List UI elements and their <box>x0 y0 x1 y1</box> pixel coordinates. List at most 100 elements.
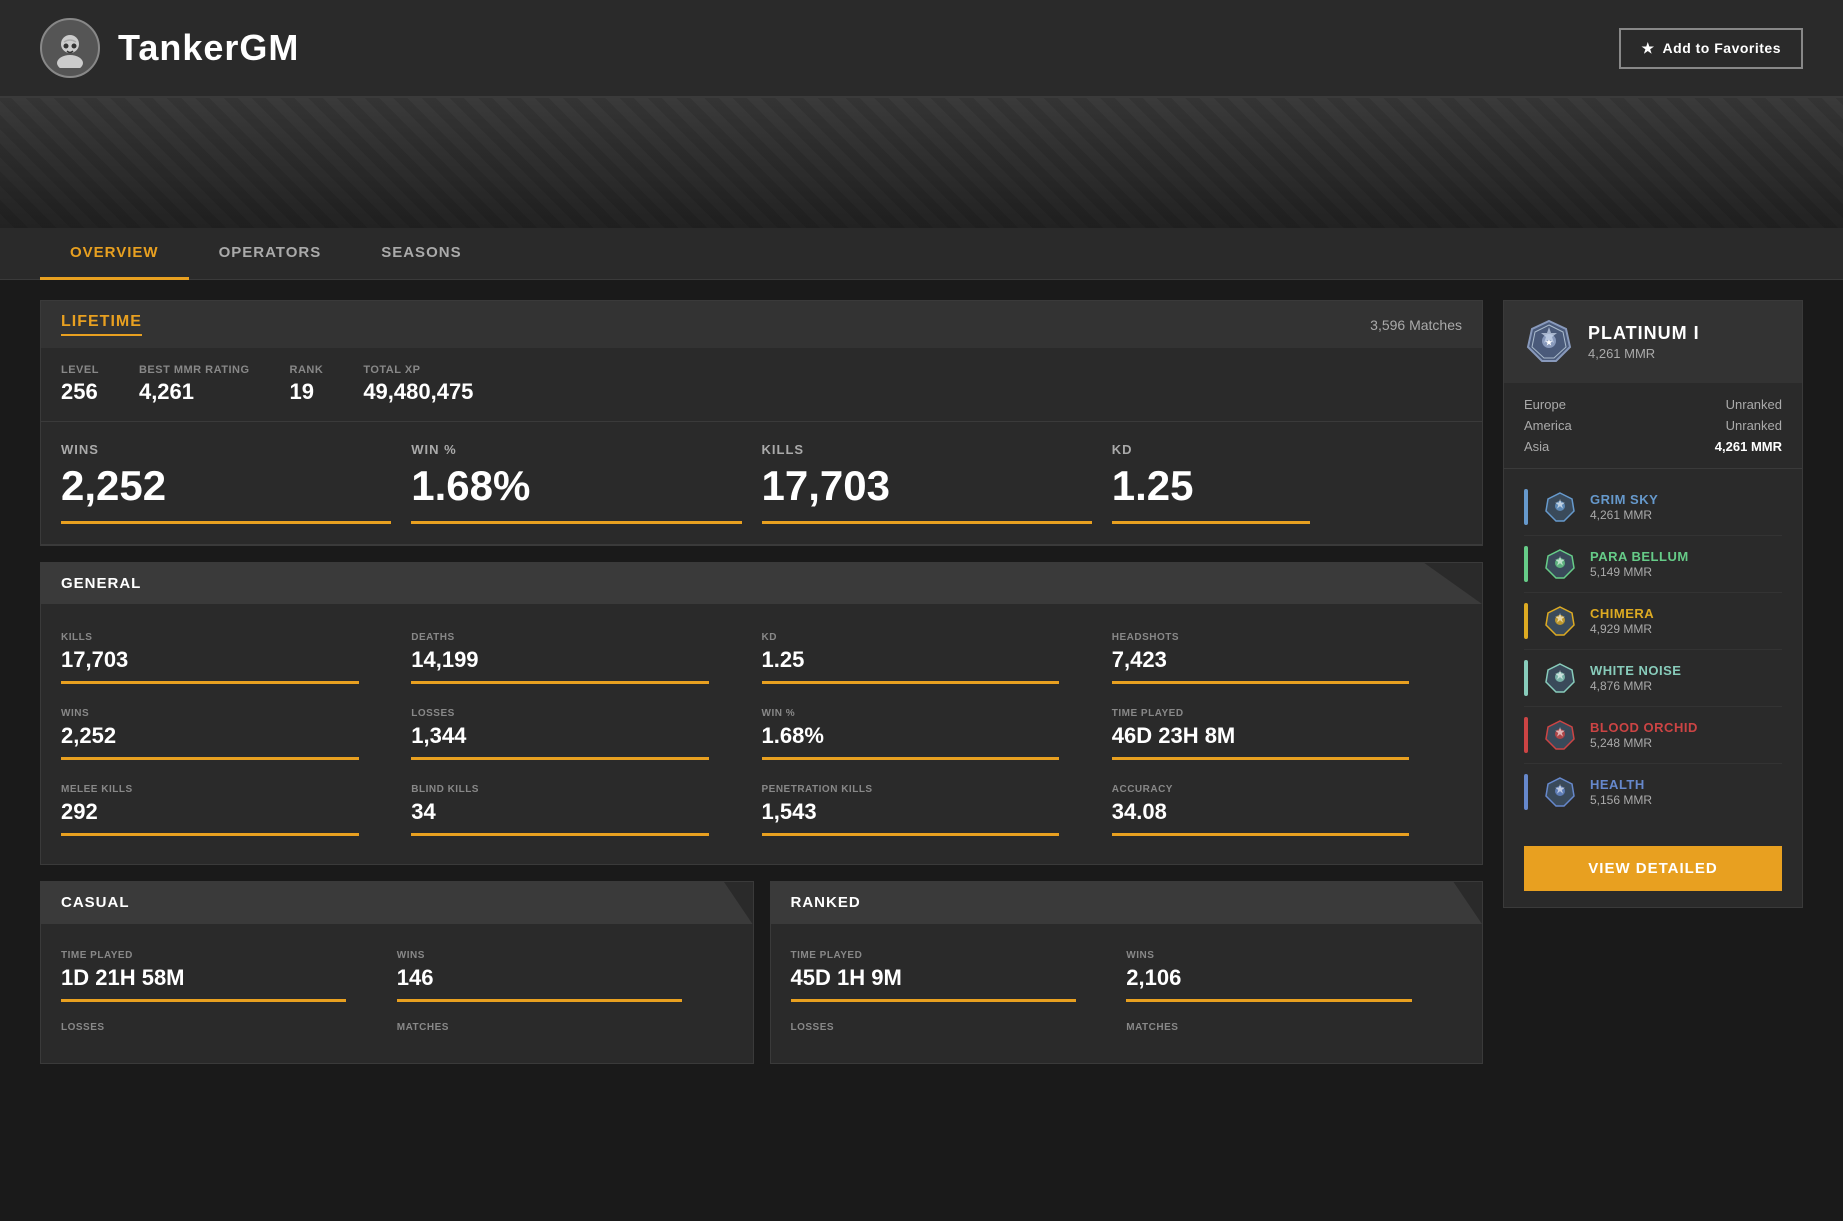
kd-big-label: KD <box>1112 442 1442 457</box>
season-color-bar <box>1524 660 1528 696</box>
general-stat-item: WINS 2,252 <box>61 696 411 772</box>
win-pct-big-stat: WIN % 1.68% <box>411 442 761 524</box>
season-item: WHITE NOISE 4,876 MMR <box>1524 650 1782 707</box>
region-table: Europe Unranked America Unranked Asia 4,… <box>1504 383 1802 469</box>
general-stat-label: TIME PLAYED <box>1112 708 1462 719</box>
general-stat-label: WINS <box>61 708 411 719</box>
season-item: GRIM SKY 4,261 MMR <box>1524 479 1782 536</box>
season-item: CHIMERA 4,929 MMR <box>1524 593 1782 650</box>
general-stat-value: 14,199 <box>411 647 761 673</box>
general-stat-item: LOSSES 1,344 <box>411 696 761 772</box>
best-mmr-label: BEST MMR RATING <box>139 364 250 376</box>
nav-tabs: OVERVIEW OPERATORS SEASONS <box>0 228 1843 280</box>
view-detailed-button[interactable]: View Detailed <box>1524 846 1782 891</box>
app-container: TankerGM ★ Add to Favorites OVERVIEW OPE… <box>0 0 1843 1084</box>
ranked-stat-label: MATCHES <box>1126 1022 1462 1033</box>
season-info: WHITE NOISE 4,876 MMR <box>1590 663 1782 693</box>
general-stat-bar <box>1112 757 1410 760</box>
kills-big-label: KILLS <box>762 442 1092 457</box>
add-to-favorites-button[interactable]: ★ Add to Favorites <box>1619 28 1803 69</box>
tab-seasons[interactable]: SEASONS <box>351 228 491 280</box>
casual-stat-label: LOSSES <box>61 1022 397 1033</box>
ranked-stat-item: MATCHES <box>1126 1012 1462 1047</box>
region-row: Europe Unranked <box>1524 397 1782 412</box>
general-stat-value: 1,543 <box>762 799 1112 825</box>
general-stat-item: BLIND KILLS 34 <box>411 772 761 848</box>
rank-badge: ★ <box>1524 317 1574 367</box>
season-mmr-value: 4,929 MMR <box>1590 622 1782 636</box>
best-mmr-value: 4,261 <box>139 379 250 405</box>
avatar <box>40 18 100 78</box>
tab-operators[interactable]: OPERATORS <box>189 228 352 280</box>
season-badge <box>1542 660 1578 696</box>
season-name: BLOOD ORCHID <box>1590 720 1782 735</box>
ranked-stat-bar <box>791 999 1076 1002</box>
season-info: PARA BELLUM 5,149 MMR <box>1590 549 1782 579</box>
season-color-bar <box>1524 546 1528 582</box>
region-value: Unranked <box>1726 418 1782 433</box>
season-color-bar <box>1524 717 1528 753</box>
wins-big-label: WINS <box>61 442 391 457</box>
level-stats-row: LEVEL 256 BEST MMR RATING 4,261 RANK 19 … <box>41 348 1482 422</box>
kills-big-stat: KILLS 17,703 <box>762 442 1112 524</box>
season-info: GRIM SKY 4,261 MMR <box>1590 492 1782 522</box>
general-stat-label: MELEE KILLS <box>61 784 411 795</box>
tab-overview[interactable]: OVERVIEW <box>40 228 189 280</box>
season-badge <box>1542 546 1578 582</box>
general-stat-item: KD 1.25 <box>762 620 1112 696</box>
season-name: GRIM SKY <box>1590 492 1782 507</box>
rank-info: PLATINUM I 4,261 MMR <box>1588 323 1700 361</box>
ranked-stat-label: WINS <box>1126 950 1462 961</box>
kd-big-value: 1.25 <box>1112 465 1442 507</box>
region-row: Asia 4,261 MMR <box>1524 439 1782 454</box>
general-stat-item: HEADSHOTS 7,423 <box>1112 620 1462 696</box>
ranked-stat-label: TIME PLAYED <box>791 950 1127 961</box>
general-stat-item: KILLS 17,703 <box>61 620 411 696</box>
level-value: 256 <box>61 379 99 405</box>
casual-stat-label: MATCHES <box>397 1022 733 1033</box>
general-card: GENERAL KILLS 17,703 DEATHS 14,199 KD 1.… <box>40 562 1483 865</box>
general-stat-bar <box>1112 681 1410 684</box>
hero-background <box>0 98 1843 228</box>
general-stat-bar <box>61 833 359 836</box>
right-panel: ★ PLATINUM I 4,261 MMR Europe Unranked A… <box>1503 300 1803 908</box>
season-mmr-value: 4,261 MMR <box>1590 508 1782 522</box>
general-stat-bar <box>411 833 709 836</box>
best-mmr-stat: BEST MMR RATING 4,261 <box>139 364 250 405</box>
general-header: GENERAL <box>41 563 1482 604</box>
casual-grid: TIME PLAYED 1D 21H 58M WINS 146 LOSSES M… <box>41 924 753 1063</box>
general-stat-bar <box>411 757 709 760</box>
season-mmr-value: 5,248 MMR <box>1590 736 1782 750</box>
general-stat-value: 34.08 <box>1112 799 1462 825</box>
level-stat: LEVEL 256 <box>61 364 99 405</box>
region-value: Unranked <box>1726 397 1782 412</box>
wins-big-value: 2,252 <box>61 465 391 507</box>
general-stat-item: WIN % 1.68% <box>762 696 1112 772</box>
bottom-sections: CASUAL TIME PLAYED 1D 21H 58M WINS 146 L… <box>40 881 1483 1064</box>
general-stat-item: MELEE KILLS 292 <box>61 772 411 848</box>
lifetime-title: LIFETIME <box>61 313 142 336</box>
season-mmr-value: 5,149 MMR <box>1590 565 1782 579</box>
casual-card: CASUAL TIME PLAYED 1D 21H 58M WINS 146 L… <box>40 881 754 1064</box>
wins-big-stat: WINS 2,252 <box>61 442 411 524</box>
season-mmr-value: 5,156 MMR <box>1590 793 1782 807</box>
ranked-stat-item: TIME PLAYED 45D 1H 9M <box>791 940 1127 1012</box>
general-stat-item: TIME PLAYED 46D 23H 8M <box>1112 696 1462 772</box>
kills-bar <box>762 521 1092 524</box>
general-title: GENERAL <box>61 575 141 592</box>
general-stat-item: ACCURACY 34.08 <box>1112 772 1462 848</box>
main-content: LIFETIME 3,596 Matches LEVEL 256 BEST MM… <box>0 280 1843 1084</box>
season-badge <box>1542 774 1578 810</box>
header-left: TankerGM <box>40 18 299 78</box>
rank-label: RANK <box>290 364 324 376</box>
casual-stat-label: WINS <box>397 950 733 961</box>
rank-mmr: 4,261 MMR <box>1588 346 1700 361</box>
general-stat-label: HEADSHOTS <box>1112 632 1462 643</box>
season-badge <box>1542 489 1578 525</box>
general-stat-value: 46D 23H 8M <box>1112 723 1462 749</box>
season-mmr-value: 4,876 MMR <box>1590 679 1782 693</box>
casual-stat-label: TIME PLAYED <box>61 950 397 961</box>
general-stat-value: 34 <box>411 799 761 825</box>
season-info: BLOOD ORCHID 5,248 MMR <box>1590 720 1782 750</box>
ranked-header: RANKED <box>771 882 1483 924</box>
